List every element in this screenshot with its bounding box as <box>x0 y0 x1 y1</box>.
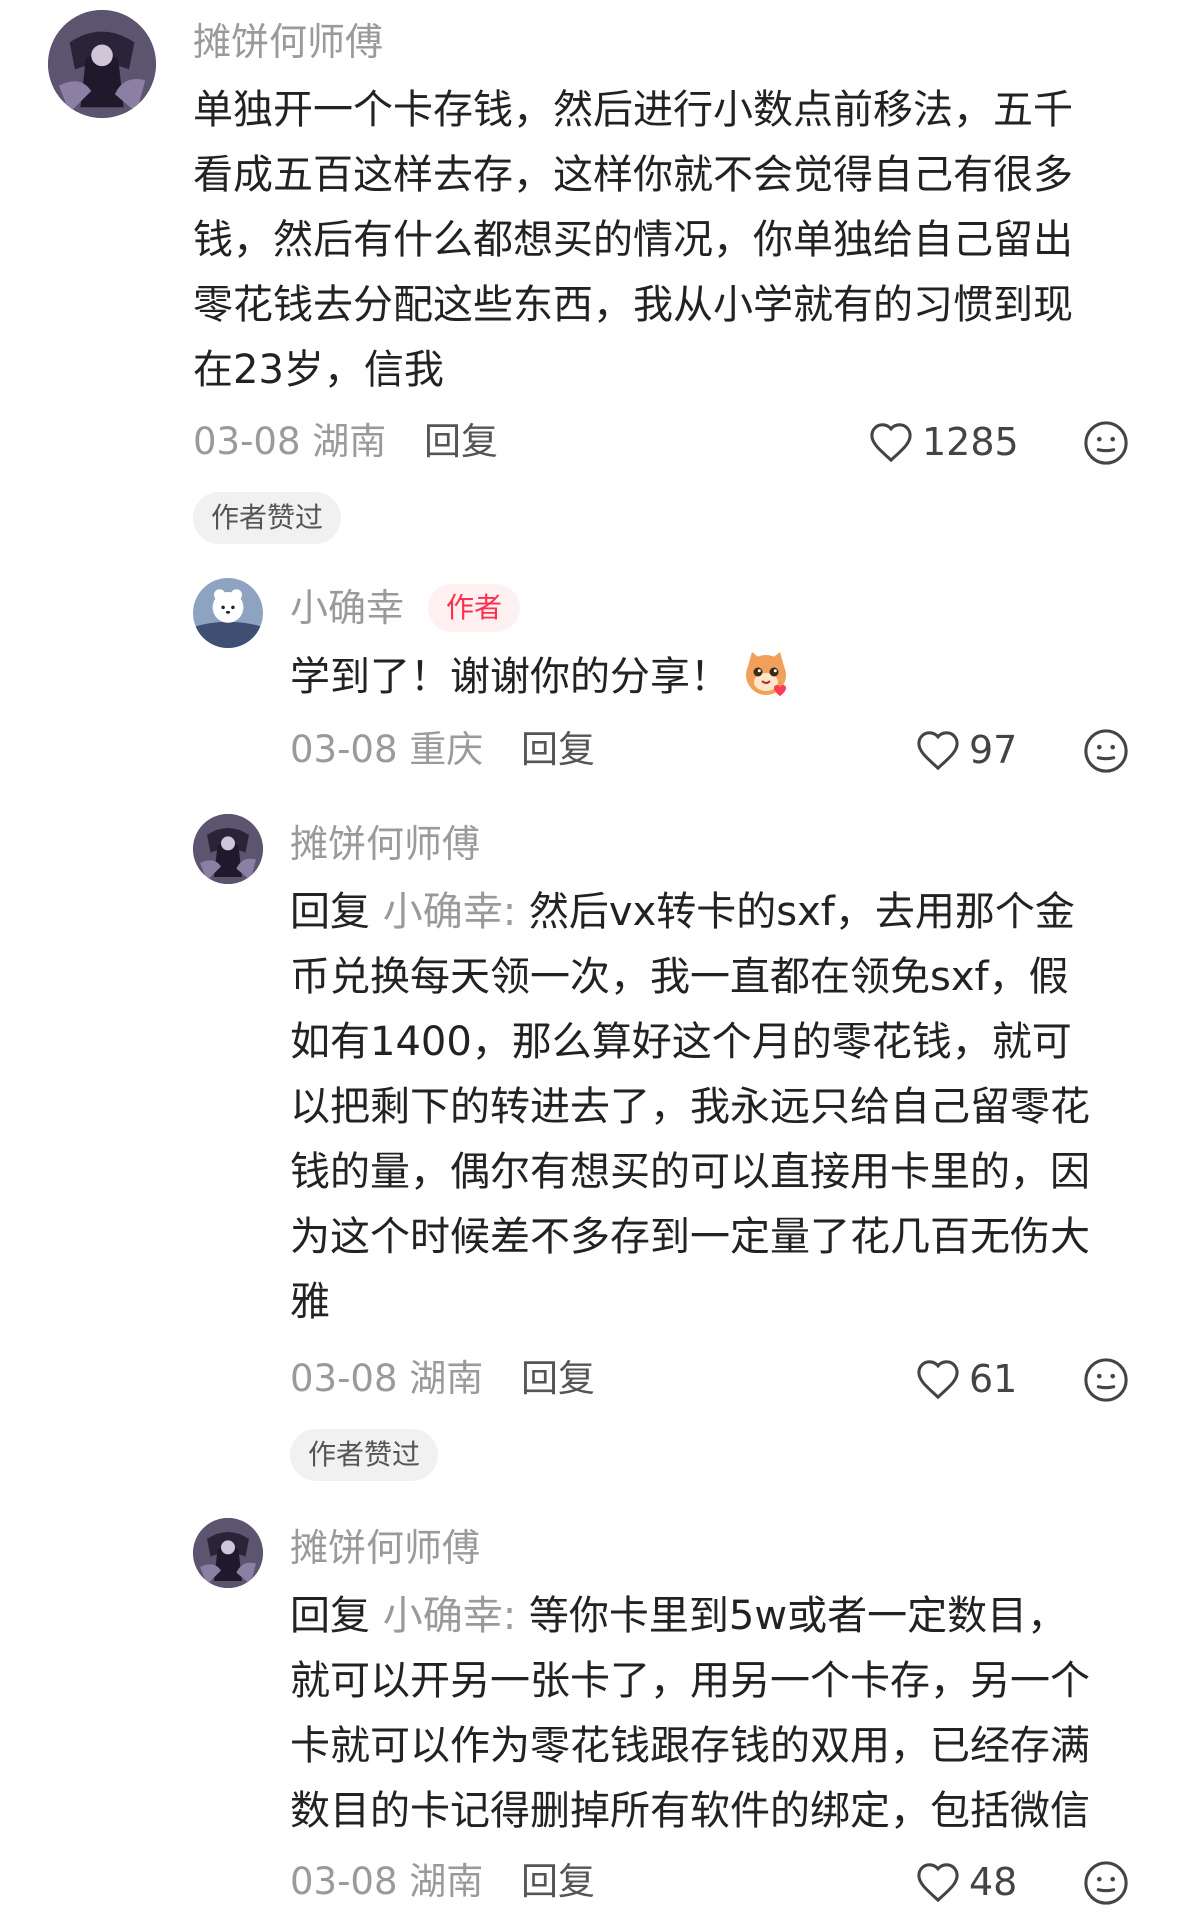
reply-text: 学到了！谢谢你的分享！ <box>290 645 792 710</box>
avatar[interactable] <box>193 814 263 884</box>
reply-button[interactable]: 回复 <box>424 420 498 463</box>
reply-button[interactable]: 回复 <box>521 728 595 771</box>
reply-text: 回复 小确幸: 然后vx转卡的sxf，去用那个金 币兑换每天领一次，我一直都在领… <box>290 880 1090 1335</box>
reply-line: 雅 <box>290 1279 330 1325</box>
avatar-image <box>193 578 263 648</box>
cat-sticker-icon <box>746 652 786 696</box>
reply-location: 重庆 <box>409 728 484 771</box>
reply-button[interactable]: 回复 <box>521 1357 595 1400</box>
like-button[interactable]: 1285 <box>868 420 1019 464</box>
heart-outline-icon <box>917 1360 959 1400</box>
reply-username[interactable]: 摊饼何师傅 <box>290 822 480 866</box>
reply-prefix: 回复 <box>290 889 370 935</box>
reply-meta: 03-08 重庆 回复 <box>290 728 595 772</box>
reply-text-content: 等你卡里到5w或者一定数目， <box>516 1593 1068 1639</box>
heart-outline-icon <box>917 731 959 771</box>
comment-username[interactable]: 摊饼何师傅 <box>193 20 383 64</box>
comment-line: 单独开一个卡存钱，然后进行小数点前移法，五千 <box>193 87 1073 133</box>
avatar[interactable] <box>48 10 156 118</box>
like-count: 61 <box>969 1357 1018 1401</box>
reply-date: 03-08 <box>290 1860 398 1903</box>
reply-line: 数目的卡记得删掉所有软件的绑定，包括微信 <box>290 1788 1090 1834</box>
like-count: 1285 <box>922 420 1019 464</box>
avatar[interactable] <box>193 578 263 648</box>
reply-text-content: 学到了！谢谢你的分享！ <box>290 654 730 700</box>
reply-button[interactable]: 回复 <box>521 1860 595 1903</box>
comment-line: 看成五百这样去存，这样你就不会觉得自己有很多 <box>193 152 1073 198</box>
comment-line: 在23岁，信我 <box>193 347 444 393</box>
comment-line: 钱，然后有什么都想买的情况，你单独给自己留出 <box>193 217 1073 263</box>
avatar-image <box>193 1518 263 1588</box>
reply-text: 回复 小确幸: 等你卡里到5w或者一定数目， 就可以开另一张卡了，用另一个卡存，… <box>290 1584 1090 1844</box>
author-liked-badge: 作者赞过 <box>193 492 342 544</box>
reply-date: 03-08 <box>290 1357 398 1400</box>
reply-line: 就可以开另一张卡了，用另一个卡存，另一个 <box>290 1658 1090 1704</box>
like-button[interactable]: 97 <box>915 728 1017 772</box>
comment-thread: 摊饼何师傅 单独开一个卡存钱，然后进行小数点前移法，五千 看成五百这样去存，这样… <box>0 0 1179 1929</box>
smiley-face-icon[interactable] <box>1083 1357 1129 1403</box>
like-button[interactable]: 61 <box>915 1357 1017 1401</box>
reply-meta: 03-08 湖南 回复 <box>290 1357 595 1401</box>
reply-meta: 03-08 湖南 回复 <box>290 1860 595 1904</box>
heart-outline-icon <box>917 1863 959 1903</box>
reply-line: 卡就可以作为零花钱跟存钱的双用，已经存满 <box>290 1723 1090 1769</box>
author-tag: 作者 <box>428 584 521 632</box>
smiley-face-icon[interactable] <box>1083 1860 1129 1906</box>
reply-text-content: 然后vx转卡的sxf，去用那个金 <box>516 889 1075 935</box>
avatar[interactable] <box>193 1518 263 1588</box>
like-count: 48 <box>969 1860 1018 1904</box>
reply-line: 币兑换每天领一次，我一直都在领免sxf，假 <box>290 954 1069 1000</box>
comment-date: 03-08 <box>193 420 301 463</box>
smiley-face-icon[interactable] <box>1083 728 1129 774</box>
comment-location: 湖南 <box>312 420 387 463</box>
reply-date: 03-08 <box>290 728 398 771</box>
comment-meta: 03-08 湖南 回复 <box>193 420 498 464</box>
reply-line: 以把剩下的转进去了，我永远只给自己留零花 <box>290 1084 1090 1130</box>
reply-target-username[interactable]: 小确幸: <box>383 1593 516 1639</box>
heart-outline-icon <box>870 423 912 463</box>
reply-prefix: 回复 <box>290 1593 370 1639</box>
reply-line: 如有1400，那么算好这个月的零花钱，就可 <box>290 1019 1072 1065</box>
comment-text: 单独开一个卡存钱，然后进行小数点前移法，五千 看成五百这样去存，这样你就不会觉得… <box>193 78 1073 403</box>
avatar-image <box>48 10 156 118</box>
reply-target-username[interactable]: 小确幸: <box>383 889 516 935</box>
like-button[interactable]: 48 <box>915 1860 1017 1904</box>
reply-line: 为这个时候差不多存到一定量了花几百无伤大 <box>290 1214 1090 1260</box>
author-liked-badge: 作者赞过 <box>290 1429 439 1481</box>
comment-line: 零花钱去分配这些东西，我从小学就有的习惯到现 <box>193 282 1073 328</box>
like-count: 97 <box>969 728 1018 772</box>
reply-line: 钱的量，偶尔有想买的可以直接用卡里的，因 <box>290 1149 1090 1195</box>
reply-location: 湖南 <box>409 1357 484 1400</box>
reply-username[interactable]: 小确幸 <box>290 586 404 630</box>
reply-username[interactable]: 摊饼何师傅 <box>290 1526 480 1570</box>
avatar-image <box>193 814 263 884</box>
reply-location: 湖南 <box>409 1860 484 1903</box>
smiley-face-icon[interactable] <box>1083 420 1129 466</box>
